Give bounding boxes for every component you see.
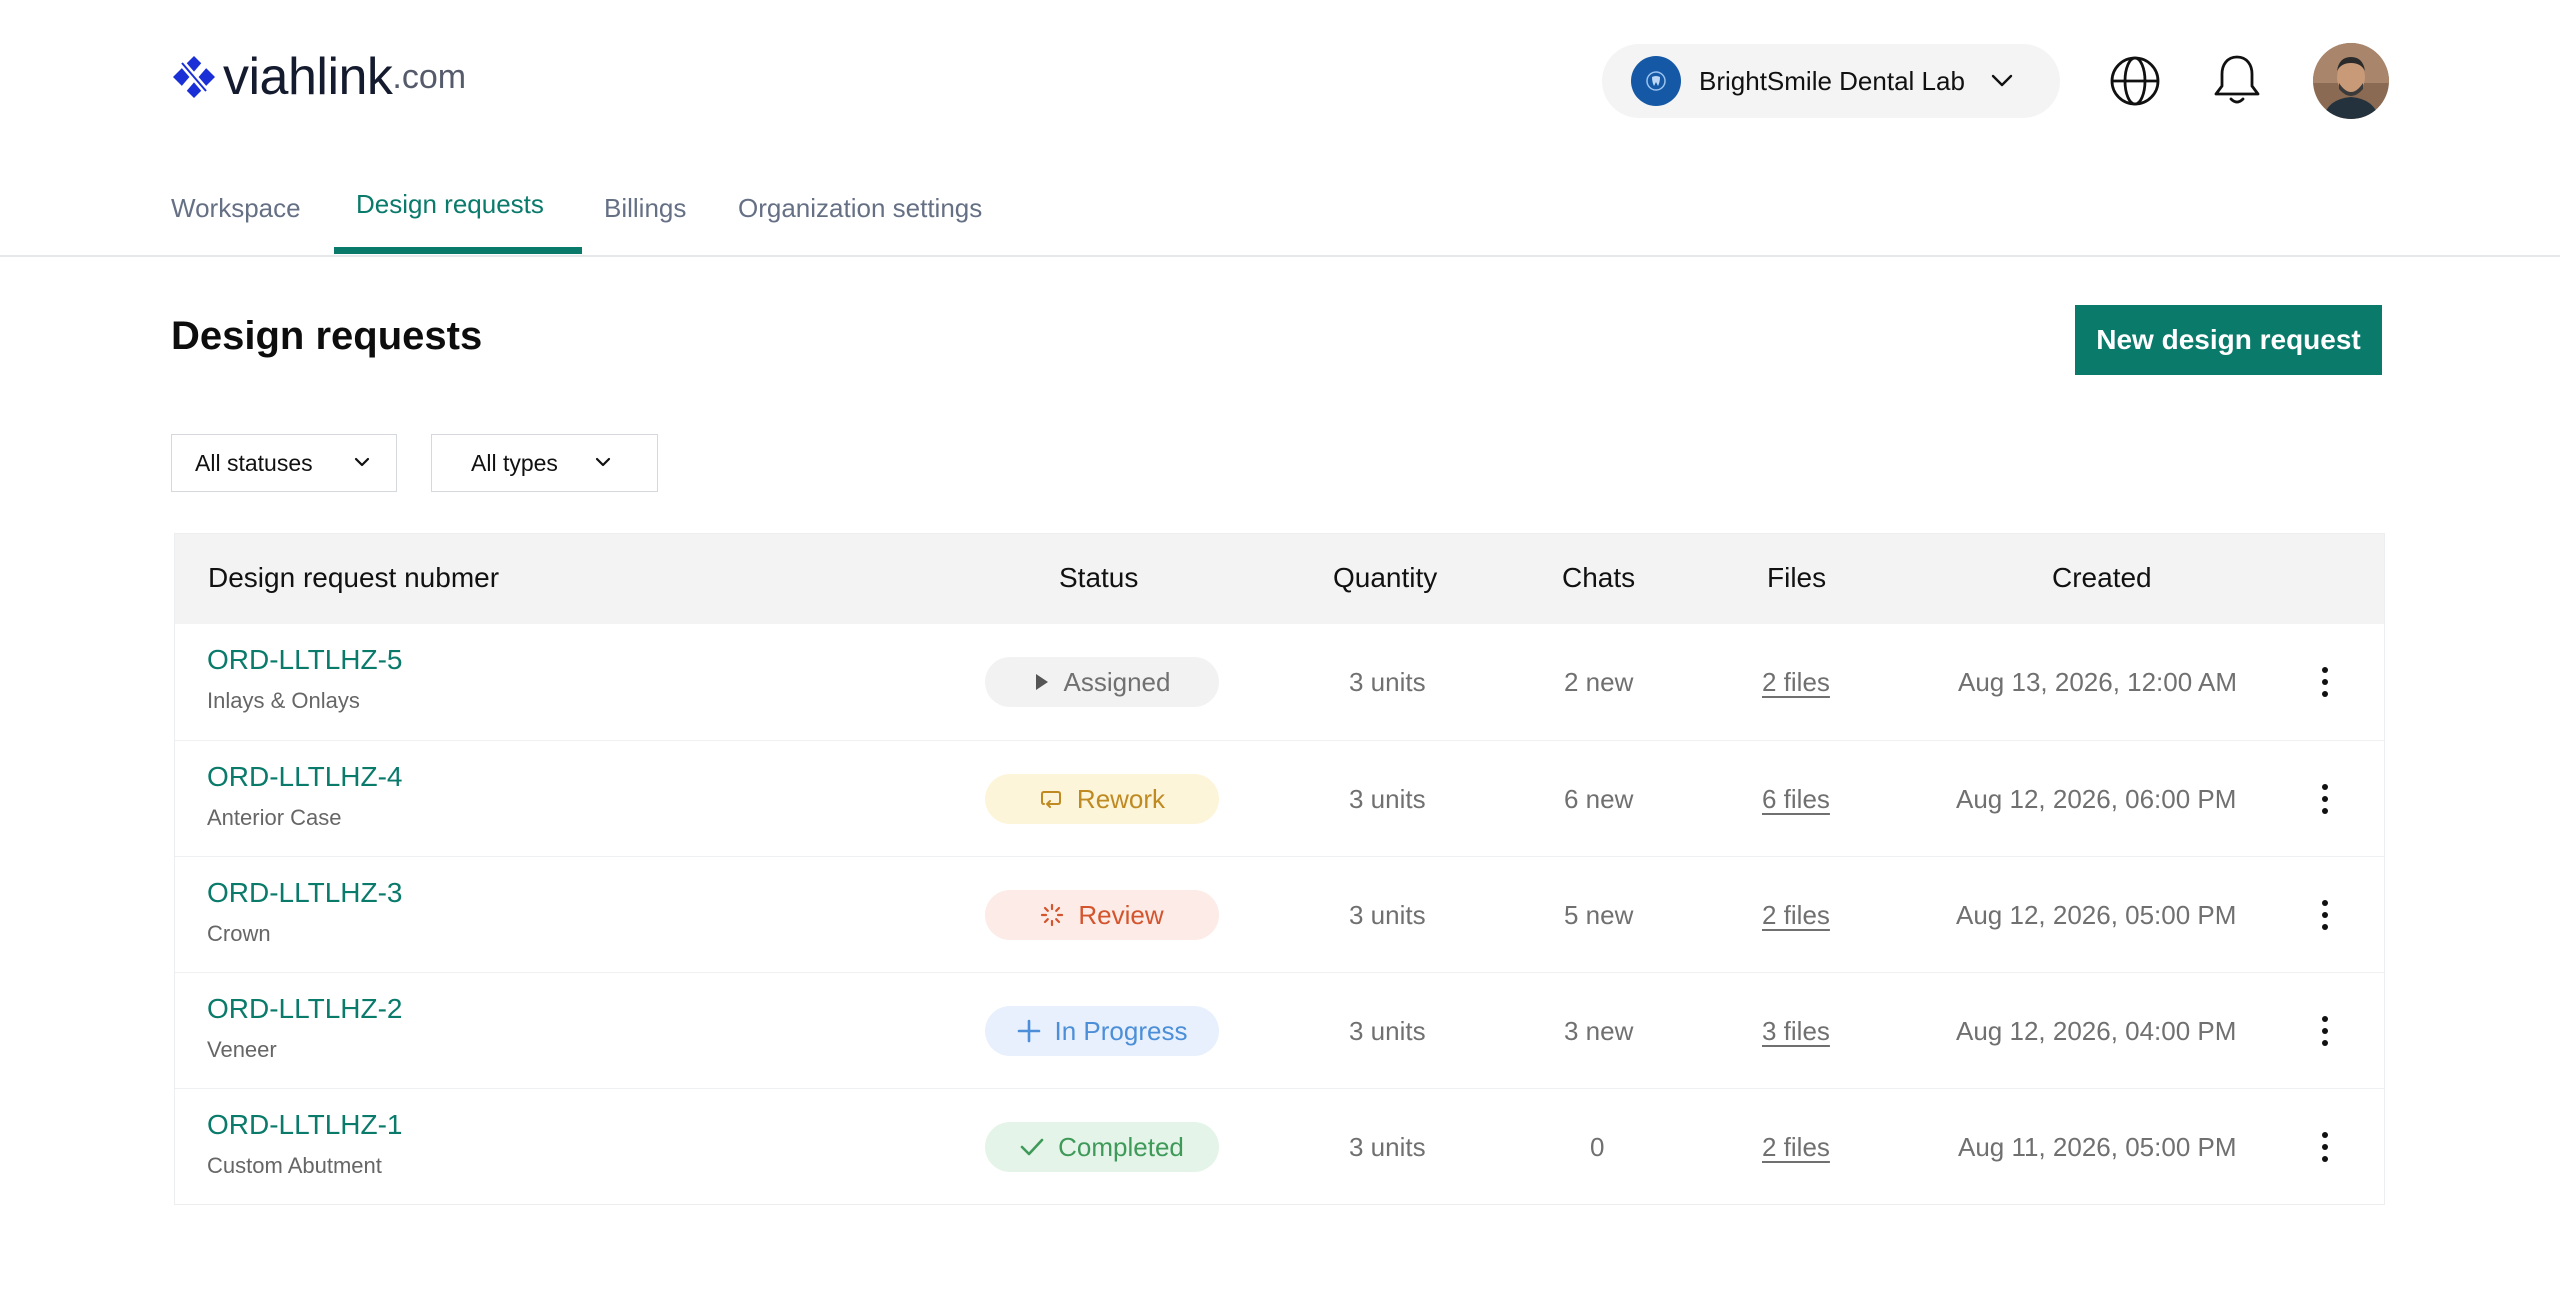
table-row[interactable]: ORD-LLTLHZ-1 Custom Abutment Completed 3… bbox=[175, 1088, 2384, 1204]
new-design-request-button[interactable]: New design request bbox=[2075, 305, 2382, 375]
order-type: Inlays & Onlays bbox=[207, 688, 360, 713]
type-filter-select[interactable]: All types bbox=[431, 434, 658, 492]
status-filter-select[interactable]: All statuses bbox=[171, 434, 397, 492]
table-row[interactable]: ORD-LLTLHZ-4 Anterior Case Rework 3 unit… bbox=[175, 740, 2384, 856]
files-link[interactable]: 2 files bbox=[1762, 667, 1830, 698]
quantity-cell: 3 units bbox=[1349, 1132, 1426, 1162]
type-filter-value: All types bbox=[471, 449, 558, 476]
tab-label: Workspace bbox=[171, 193, 301, 223]
chats-cell[interactable]: 2 new bbox=[1564, 667, 1633, 698]
order-type: Custom Abutment bbox=[207, 1153, 382, 1178]
column-header-created[interactable]: Created bbox=[2052, 562, 2152, 594]
design-requests-table: Design request nubmer Status Quantity Ch… bbox=[174, 533, 2385, 1205]
tab-label: Organization settings bbox=[738, 193, 983, 223]
chevron-down-icon bbox=[1991, 74, 2013, 87]
files-link[interactable]: 2 files bbox=[1762, 900, 1830, 931]
files-link[interactable]: 3 files bbox=[1762, 1016, 1830, 1047]
chevron-down-icon bbox=[595, 457, 611, 467]
column-header-number[interactable]: Design request nubmer bbox=[208, 562, 499, 594]
row-actions-icon[interactable] bbox=[2315, 1013, 2335, 1049]
quantity-cell: 3 units bbox=[1349, 784, 1426, 814]
created-cell: Aug 11, 2026, 05:00 PM bbox=[1958, 1132, 2237, 1162]
spinner-icon bbox=[1041, 903, 1064, 927]
created-cell: Aug 13, 2026, 12:00 AM bbox=[1958, 667, 2237, 697]
chevron-down-icon bbox=[354, 457, 370, 467]
column-header-files[interactable]: Files bbox=[1767, 562, 1826, 594]
order-type: Anterior Case bbox=[207, 805, 342, 830]
brand-suffix: com bbox=[401, 57, 467, 96]
table-row[interactable]: ORD-LLTLHZ-3 Crown Review 3 units 5 new … bbox=[175, 856, 2384, 972]
quantity-cell: 3 units bbox=[1349, 667, 1426, 697]
user-avatar[interactable] bbox=[2313, 43, 2389, 119]
quantity-cell: 3 units bbox=[1349, 1016, 1426, 1046]
tab-label: Billings bbox=[604, 193, 687, 223]
files-link[interactable]: 2 files bbox=[1762, 1132, 1830, 1163]
table-header: Design request nubmer Status Quantity Ch… bbox=[175, 534, 2384, 624]
logo-x-icon bbox=[173, 56, 215, 98]
created-cell: Aug 12, 2026, 06:00 PM bbox=[1956, 784, 2237, 814]
page-title: Design requests bbox=[171, 314, 483, 358]
order-id-link[interactable]: ORD-LLTLHZ-2 bbox=[207, 993, 403, 1025]
order-id-link[interactable]: ORD-LLTLHZ-1 bbox=[207, 1109, 403, 1141]
status-label: Rework bbox=[1076, 783, 1166, 814]
organization-logo bbox=[1631, 56, 1681, 106]
row-actions-icon[interactable] bbox=[2315, 781, 2335, 817]
order-id-link[interactable]: ORD-LLTLHZ-5 bbox=[207, 644, 403, 676]
status-filter-value: All statuses bbox=[195, 449, 313, 476]
user-photo-icon bbox=[2313, 43, 2389, 119]
tabs-divider bbox=[0, 255, 2560, 257]
globe-icon[interactable] bbox=[2109, 55, 2161, 107]
status-badge: Assigned bbox=[985, 657, 1219, 707]
play-icon bbox=[1035, 674, 1048, 690]
quantity-cell: 3 units bbox=[1349, 900, 1426, 930]
repeat-icon bbox=[1040, 791, 1061, 808]
chats-cell[interactable]: 6 new bbox=[1564, 784, 1633, 815]
chats-cell[interactable]: 3 new bbox=[1564, 1016, 1633, 1047]
chats-cell[interactable]: 0 bbox=[1590, 1132, 1604, 1163]
tab-label: Design requests bbox=[356, 189, 544, 219]
column-header-chats[interactable]: Chats bbox=[1562, 562, 1635, 594]
brand-dot: . bbox=[392, 57, 402, 96]
brand-logo[interactable]: viahlink . com bbox=[171, 48, 467, 106]
created-cell: Aug 12, 2026, 05:00 PM bbox=[1956, 900, 2237, 930]
order-id-link[interactable]: ORD-LLTLHZ-4 bbox=[207, 761, 403, 793]
table-row[interactable]: ORD-LLTLHZ-5 Inlays & Onlays Assigned 3 … bbox=[175, 624, 2384, 740]
status-label: Completed bbox=[1058, 1131, 1184, 1162]
table-row[interactable]: ORD-LLTLHZ-2 Veneer In Progress 3 units … bbox=[175, 972, 2384, 1088]
status-label: Assigned bbox=[1063, 666, 1171, 697]
plus-icon bbox=[1017, 1019, 1040, 1043]
status-badge: Completed bbox=[985, 1122, 1219, 1172]
status-label: Review bbox=[1078, 899, 1164, 930]
row-actions-icon[interactable] bbox=[2315, 1129, 2335, 1165]
created-cell: Aug 12, 2026, 04:00 PM bbox=[1956, 1016, 2237, 1046]
status-badge: Review bbox=[985, 890, 1219, 940]
order-id-link[interactable]: ORD-LLTLHZ-3 bbox=[207, 877, 403, 909]
column-header-quantity[interactable]: Quantity bbox=[1333, 562, 1437, 594]
status-badge: In Progress bbox=[985, 1006, 1219, 1056]
order-type: Veneer bbox=[207, 1037, 277, 1062]
organization-switcher[interactable]: BrightSmile Dental Lab bbox=[1602, 44, 2060, 118]
row-actions-icon[interactable] bbox=[2315, 897, 2335, 933]
active-tab-indicator bbox=[334, 247, 582, 254]
order-type: Crown bbox=[207, 921, 271, 946]
status-badge: Rework bbox=[985, 774, 1219, 824]
files-link[interactable]: 6 files bbox=[1762, 784, 1830, 815]
organization-name: BrightSmile Dental Lab bbox=[1699, 65, 1965, 96]
tooth-icon bbox=[1646, 71, 1666, 91]
chats-cell[interactable]: 5 new bbox=[1564, 900, 1633, 931]
row-actions-icon[interactable] bbox=[2315, 664, 2335, 700]
brand-name: viahlink bbox=[223, 48, 393, 106]
bell-icon[interactable] bbox=[2212, 52, 2262, 108]
column-header-status[interactable]: Status bbox=[1059, 562, 1138, 594]
check-icon bbox=[1020, 1138, 1044, 1156]
status-label: In Progress bbox=[1054, 1015, 1188, 1046]
